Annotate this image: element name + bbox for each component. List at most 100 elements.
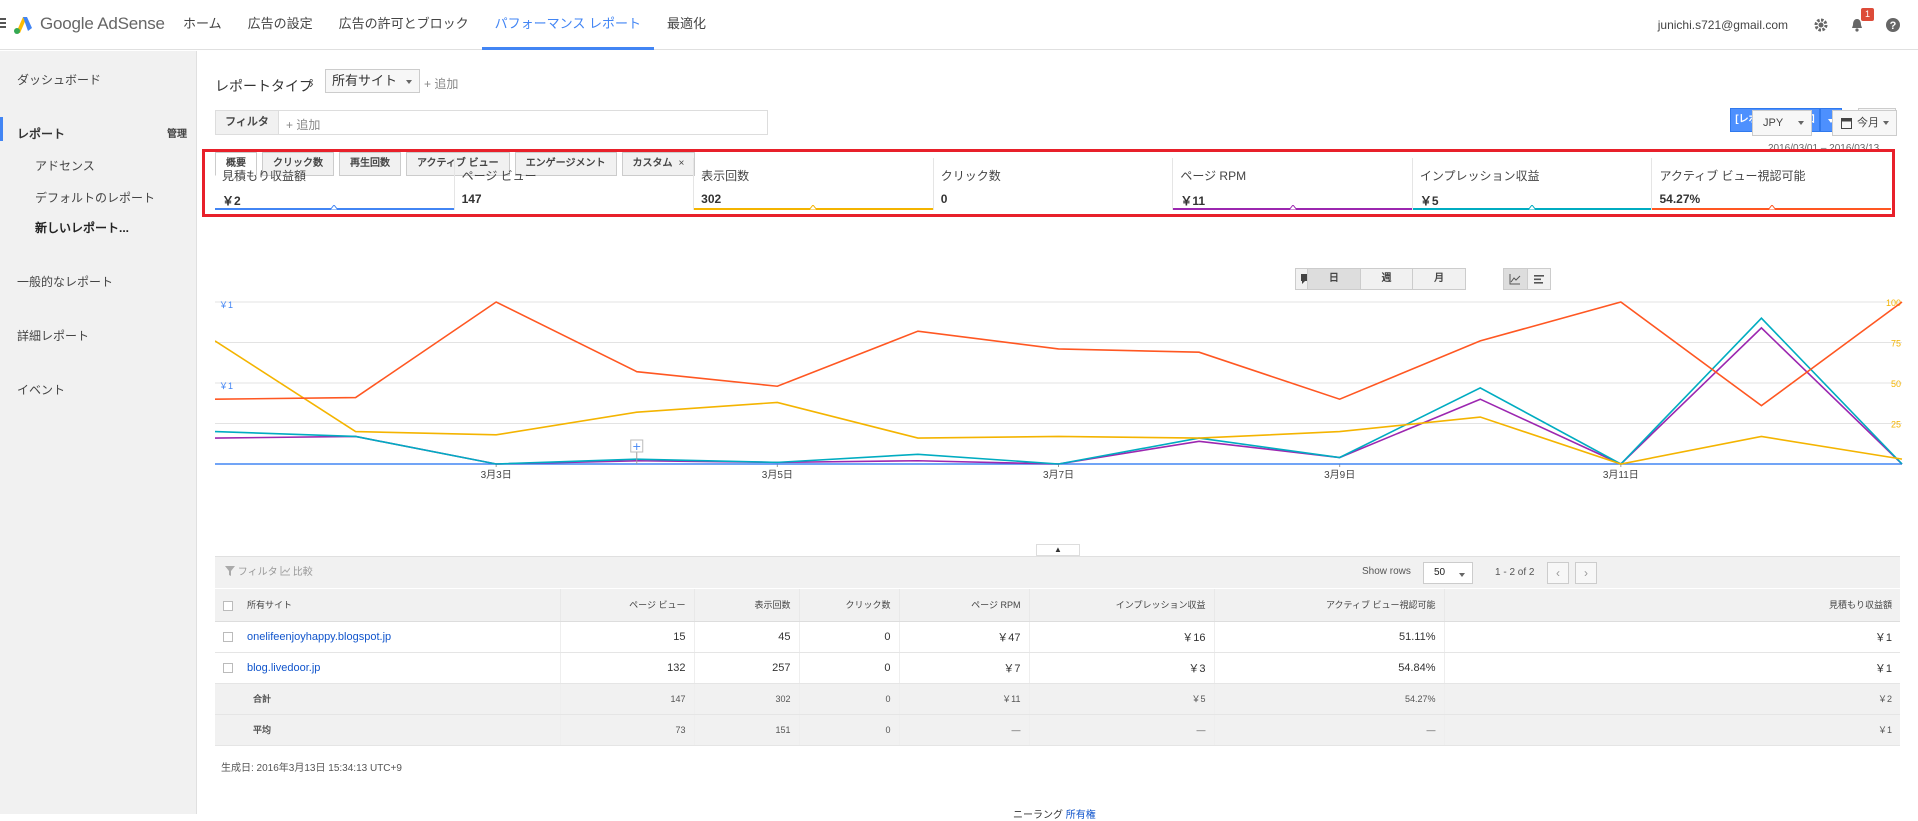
highlight-box: [202, 149, 1895, 217]
nav-optimization[interactable]: 最適化: [654, 0, 719, 50]
table-view-icon[interactable]: [1528, 269, 1551, 289]
compare-icon: [280, 566, 291, 576]
summary-cell: 54.27%: [1213, 683, 1444, 715]
row-checkbox[interactable]: [223, 662, 233, 673]
plus-icon: +: [632, 440, 641, 453]
footer-link[interactable]: 所有権: [1066, 810, 1096, 821]
nav-ad-settings[interactable]: 広告の設定: [235, 0, 326, 50]
help-icon[interactable]: ?: [1882, 14, 1904, 36]
sidebar-item-general-reports[interactable]: 一般的なレポート: [17, 273, 113, 290]
average-row: 平均 73 151 0— — — ￥1: [215, 714, 1900, 746]
date-period-select[interactable]: 今月: [1832, 110, 1897, 136]
x-axis-tick-label: 3月5日: [762, 469, 793, 481]
currency-select[interactable]: JPY: [1752, 110, 1812, 136]
column-header-impression-revenue[interactable]: インプレッション収益: [1028, 589, 1214, 622]
summary-cell: ￥2: [1443, 683, 1900, 715]
column-header-impressions[interactable]: 表示回数: [693, 589, 799, 622]
rows-per-page-value: 50: [1434, 567, 1446, 578]
table-cell: ￥1: [1443, 621, 1900, 653]
site-select-value: 所有サイト: [332, 73, 398, 88]
sidebar-item-adsense[interactable]: アドセンス: [35, 157, 95, 174]
logo-text: Google AdSense: [40, 14, 165, 33]
add-dimension-link[interactable]: + 追加: [424, 75, 458, 92]
summary-cell: 0: [798, 714, 899, 746]
granularity-day[interactable]: 日: [1308, 269, 1361, 289]
left-axis-tick-label: ￥1: [219, 300, 233, 310]
site-link[interactable]: blog.livedoor.jp: [247, 662, 320, 674]
svg-text:?: ?: [1890, 20, 1897, 32]
account-email[interactable]: junichi.s721@gmail.com: [1658, 18, 1788, 32]
line-chart-icon[interactable]: [1504, 269, 1528, 289]
column-header-pageviews[interactable]: ページ ビュー: [559, 589, 694, 622]
chevron-left-icon: ‹: [1556, 566, 1560, 580]
granularity-toggle: 日 週 月: [1307, 268, 1466, 290]
table-header-row: 所有サイト ページ ビュー 表示回数 クリック数 ページ RPM インプレッショ…: [215, 589, 1900, 622]
date-period-value: 今月: [1857, 117, 1879, 129]
table-filter-button[interactable]: フィルタ: [225, 562, 278, 584]
nav-allow-block[interactable]: 広告の許可とブロック: [326, 0, 482, 50]
table-cell: ￥3: [1028, 652, 1214, 684]
gear-icon[interactable]: [1810, 14, 1832, 36]
site-select-dropdown[interactable]: 所有サイト: [325, 69, 421, 93]
nav-performance-reports[interactable]: パフォーマンス レポート: [481, 0, 655, 50]
collapse-chart-button[interactable]: ▲: [1036, 544, 1080, 556]
table-row: blog.livedoor.jp 132 257 0 ￥7 ￥3 54.84% ￥1: [215, 652, 1900, 684]
prev-page-button[interactable]: ‹: [1547, 562, 1569, 584]
sidebar-active-indicator: [0, 117, 3, 141]
x-axis-tick-label: 3月11日: [1603, 469, 1639, 481]
footer-label: ニーラング: [1013, 810, 1066, 821]
column-header-site[interactable]: 所有サイト: [215, 589, 560, 622]
summary-cell: —: [898, 714, 1029, 746]
series-line: [215, 340, 1903, 465]
sidebar-item-new-report[interactable]: 新しいレポート...: [35, 219, 129, 236]
chevron-down-icon: [406, 80, 413, 84]
table-cell: 132: [559, 652, 694, 684]
site-cell[interactable]: onelifeenjoyhappy.blogspot.jp: [215, 621, 560, 653]
right-axis-tick-label: 25: [1891, 420, 1901, 430]
column-header-active-view[interactable]: アクティブ ビュー視認可能: [1213, 589, 1444, 622]
sidebar-item-default-report[interactable]: デフォルトのレポート: [35, 189, 155, 206]
menu-icon[interactable]: [0, 18, 6, 30]
summary-cell: 151: [693, 714, 799, 746]
column-header-page-rpm[interactable]: ページ RPM: [898, 589, 1029, 622]
column-header-earnings[interactable]: 見積もり収益額: [1443, 589, 1900, 622]
filter-add-input[interactable]: + 追加: [286, 116, 320, 133]
site-cell[interactable]: blog.livedoor.jp: [215, 652, 560, 684]
table-cell: ￥16: [1028, 621, 1214, 653]
sidebar-item-detailed-reports[interactable]: 詳細レポート: [17, 327, 89, 344]
calendar-icon: [1841, 118, 1852, 129]
column-header-clicks[interactable]: クリック数: [798, 589, 899, 622]
adsense-logo[interactable]: Google AdSense: [12, 13, 165, 35]
select-all-checkbox[interactable]: [223, 600, 233, 611]
left-axis-tick-label: ￥1: [219, 381, 233, 391]
nav-home[interactable]: ホーム: [170, 0, 235, 50]
sidebar-manage-link[interactable]: 管理: [167, 125, 187, 140]
table-cell: ￥47: [898, 621, 1029, 653]
sidebar-item-report[interactable]: レポート: [17, 125, 65, 142]
sidebar-item-events[interactable]: イベント: [17, 381, 65, 398]
table-compare-button[interactable]: 比較: [280, 562, 313, 584]
table-cell: ￥7: [898, 652, 1029, 684]
show-rows-label: Show rows: [1362, 566, 1411, 577]
site-link[interactable]: onelifeenjoyhappy.blogspot.jp: [247, 631, 391, 643]
chevron-down-icon: [1459, 573, 1465, 577]
row-checkbox[interactable]: [223, 631, 233, 642]
summary-cell: ￥5: [1028, 683, 1214, 715]
right-axis-tick-label: 100: [1886, 298, 1901, 308]
granularity-week[interactable]: 週: [1361, 269, 1414, 289]
generated-timestamp: 生成日: 2016年3月13日 15:34:13 UTC+9: [221, 763, 402, 774]
next-page-button[interactable]: ›: [1575, 562, 1597, 584]
right-axis-tick-label: 75: [1891, 339, 1901, 349]
table-compare-label: 比較: [292, 567, 313, 578]
sidebar-item-dashboard[interactable]: ダッシュボード: [17, 71, 101, 88]
filter-button[interactable]: フィルタ: [216, 111, 279, 134]
notifications-bell-icon[interactable]: 1: [1846, 8, 1874, 36]
rows-per-page-select[interactable]: 50: [1423, 562, 1473, 584]
main-content: レポートタイプ › 所有サイト + 追加 フィルタ + 追加 [レポート] に追…: [198, 51, 1918, 821]
sidebar: ダッシュボード レポート 管理 アドセンス デフォルトのレポート 新しいレポート…: [0, 51, 197, 814]
table-toolbar: フィルタ 比較 Show rows 50 1 - 2 of 2 ‹ ›: [215, 556, 1900, 588]
right-axis-tick-label: 50: [1891, 379, 1901, 389]
currency-value: JPY: [1763, 117, 1784, 129]
pagination-info: 1 - 2 of 2: [1495, 567, 1535, 578]
granularity-month[interactable]: 月: [1413, 269, 1465, 289]
